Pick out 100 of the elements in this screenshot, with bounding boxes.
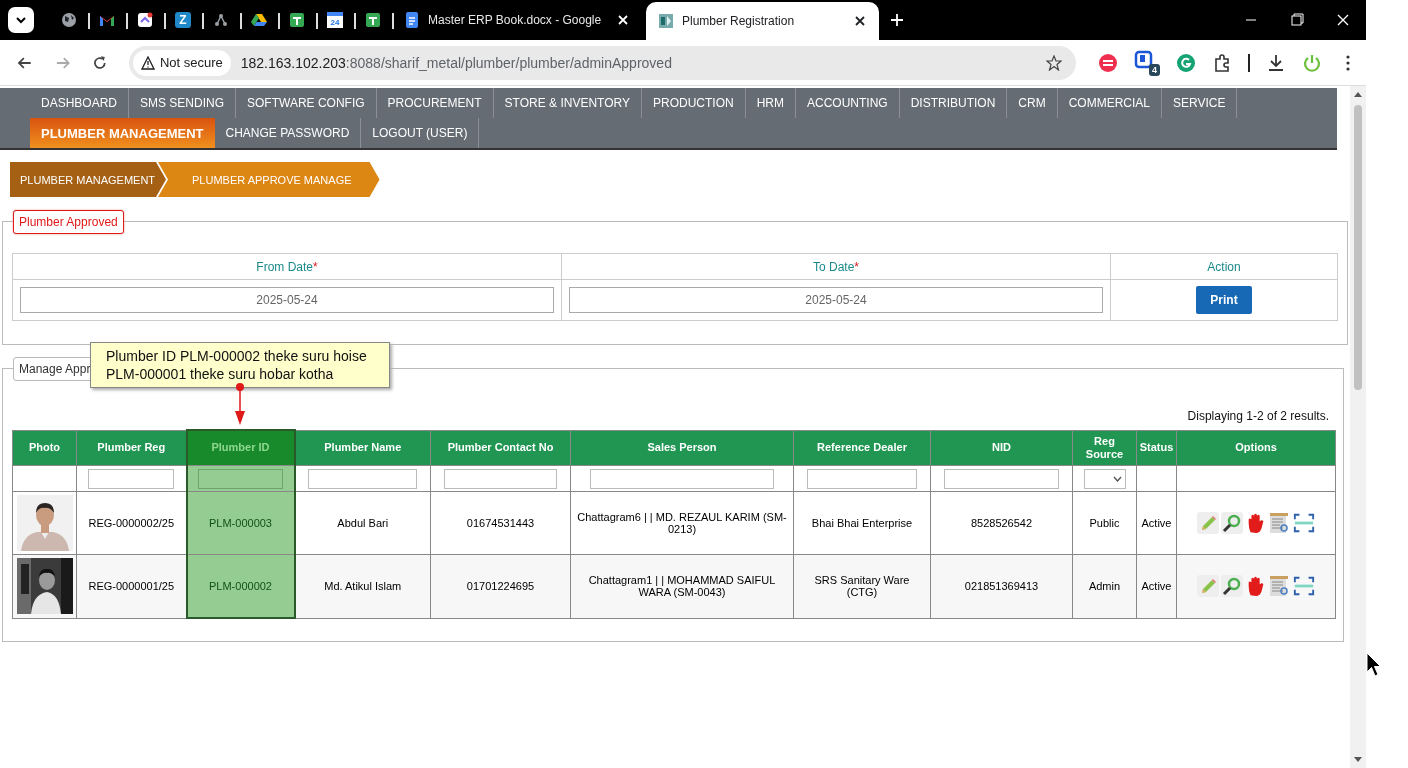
close-icon[interactable] [616, 13, 630, 27]
table-cell: Abdul Bari [294, 491, 431, 555]
menu-item[interactable]: CHANGE PASSWORD [214, 118, 362, 148]
column-header: From Date* [12, 253, 562, 280]
filter-field[interactable] [198, 468, 283, 489]
puzzle-icon[interactable] [1212, 52, 1232, 73]
menu-item[interactable]: PROCUREMENT [376, 88, 494, 118]
table-cell: Chattagram6 | | MD. REZAUL KARIM (SM-0213) [570, 491, 794, 555]
column-header: Status [1136, 430, 1177, 466]
menu-item[interactable]: SERVICE [1162, 88, 1238, 118]
column-header: Plumber Reg [76, 430, 187, 466]
new-tab-icon[interactable] [889, 12, 905, 28]
pinned-tab[interactable]: 24 [316, 0, 354, 40]
filter-field[interactable] [944, 468, 1059, 489]
menu-item[interactable]: DISTRIBUTION [899, 88, 1008, 118]
app-icon [137, 12, 153, 28]
scroll-up-icon[interactable] [1353, 90, 1363, 98]
tab-search-button[interactable] [8, 7, 34, 33]
column-header: Reg Source [1072, 430, 1137, 466]
calendar-icon: 24 [327, 12, 343, 28]
app-icon [658, 13, 674, 29]
address-bar[interactable]: Not secure 182.163.102.203:8088/sharif_metal/plumber/plumber/adminApproved [128, 45, 1076, 80]
callout-note: Plumber ID PLM-000002 theke suru hoise PLM-000001 theke suru hobar kotha [90, 342, 390, 388]
security-chip[interactable]: Not secure [132, 49, 231, 76]
tab-title: Plumber Registration [682, 14, 796, 28]
table-cell: SRS Sanitary Ware (CTG) [793, 554, 931, 618]
url-text: 182.163.102.203:8088/sharif_metal/plumber/plumber/adminApproved [240, 54, 672, 71]
date-field[interactable]: 2025-05-24 [20, 287, 554, 313]
column-header: Photo [12, 430, 77, 466]
extension-button[interactable]: 4 [1134, 49, 1160, 76]
extension-icon[interactable] [1098, 52, 1118, 73]
table-cell: Active [1136, 554, 1177, 618]
breadcrumb-item[interactable]: PLUMBER APPROVE MANAGE [158, 162, 380, 197]
scroll-down-icon[interactable] [1353, 756, 1363, 764]
panel-legend: Plumber Approved [13, 210, 124, 234]
column-header: Plumber ID [186, 430, 295, 466]
table-cell: 021851369413 [930, 554, 1073, 618]
close-icon[interactable] [853, 14, 867, 28]
star-icon[interactable] [1046, 54, 1062, 71]
browser-tab[interactable]: Master ERP Book.docx - Google [392, 0, 642, 40]
menu-item[interactable]: STORE & INVENTORY [493, 88, 642, 118]
pinned-tab[interactable]: Z [164, 0, 202, 40]
table-cell: Public [1072, 491, 1137, 555]
scan-icon[interactable] [1293, 575, 1315, 598]
table-cell: Admin [1072, 554, 1137, 618]
table-cell: Bhai Bhai Enterprise [793, 491, 931, 555]
triangle-icon [251, 12, 267, 28]
menu-item[interactable]: COMMERCIAL [1057, 88, 1162, 118]
menu-item[interactable]: HRM [745, 88, 796, 118]
filter-field[interactable] [308, 468, 418, 489]
filter-field[interactable] [88, 468, 175, 489]
filter-field[interactable] [590, 468, 774, 489]
filter-field[interactable] [806, 468, 918, 489]
table-cell: REG-0000001/25 [76, 554, 187, 618]
table-cell: Chattagram1 | | MOHAMMAD SAIFUL WARA (SM-0043) [570, 554, 794, 618]
search-icon[interactable] [1221, 575, 1243, 598]
menu-item[interactable]: ACCOUNTING [796, 88, 900, 118]
menu-item[interactable]: PLUMBER MANAGEMENT [30, 118, 215, 148]
menu-item[interactable]: CRM [1007, 88, 1058, 118]
column-header: Action [1110, 253, 1338, 280]
report-icon[interactable] [1269, 512, 1291, 534]
arrow [234, 382, 246, 426]
table-cell: 01701224695 [430, 554, 571, 618]
menu-item[interactable]: PRODUCTION [642, 88, 746, 118]
menu-item[interactable]: LOGOUT (USER) [361, 118, 480, 148]
scan-icon[interactable] [1293, 512, 1315, 534]
scrollbar-thumb[interactable] [1354, 105, 1362, 390]
date-field[interactable]: 2025-05-24 [569, 287, 1103, 313]
search-icon[interactable] [1221, 512, 1243, 534]
report-icon[interactable] [1269, 575, 1291, 598]
column-header: Reference Dealer [793, 430, 931, 466]
table-cell: 01674531443 [430, 491, 571, 555]
sheet-icon [365, 12, 381, 28]
table-cell: PLM-000003 [186, 491, 295, 555]
table-cell: 8528526542 [930, 491, 1073, 555]
browser-tab[interactable]: Plumber Registration [646, 2, 879, 40]
print-button[interactable]: Print [1196, 286, 1252, 314]
column-header: NID [930, 430, 1073, 466]
column-header: Options [1176, 430, 1336, 466]
caret-icon [1112, 475, 1122, 482]
table-cell: Active [1136, 491, 1177, 555]
column-header: Plumber Name [294, 430, 431, 466]
table-cell: Md. Atikul Islam [294, 554, 431, 618]
menu-item[interactable]: SOFTWARE CONFIG [236, 88, 377, 118]
scrollbar[interactable] [1350, 86, 1366, 768]
table-cell: PLM-000002 [186, 554, 295, 618]
filter-field[interactable] [444, 468, 557, 489]
globe-icon [61, 12, 77, 28]
column-header: To Date* [561, 253, 1111, 280]
results-summary: Displaying 1-2 of 2 results. [1187, 409, 1329, 423]
cursor-icon [1366, 652, 1382, 678]
column-header: Plumber Contact No [430, 430, 571, 466]
sheet-icon [289, 12, 305, 28]
download-icon[interactable] [1266, 52, 1286, 73]
letter-icon: Z [175, 12, 191, 28]
tab-title: Master ERP Book.docx - Google [428, 13, 603, 27]
breadcrumb-item[interactable]: PLUMBER MANAGEMENT [10, 162, 166, 197]
extension-icon[interactable] [1176, 52, 1196, 73]
nodes-icon [213, 12, 229, 28]
warning-icon [140, 55, 155, 70]
